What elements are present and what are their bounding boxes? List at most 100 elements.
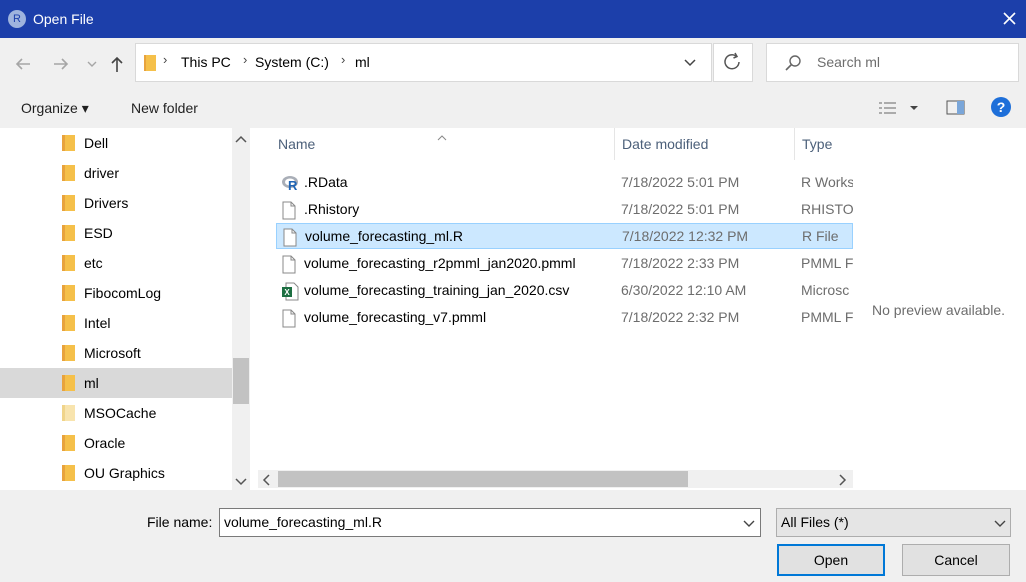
file-name: volume_forecasting_v7.pmml bbox=[304, 309, 487, 325]
folder-icon bbox=[61, 255, 75, 271]
preview-message: No preview available. bbox=[872, 302, 1006, 318]
folder-icon bbox=[61, 465, 75, 481]
sort-ascending-icon bbox=[437, 128, 447, 144]
nav-folder-item[interactable]: driver bbox=[0, 158, 232, 188]
back-arrow-icon[interactable] bbox=[12, 53, 34, 75]
breadcrumb-this-pc[interactable]: This PC bbox=[181, 54, 231, 70]
folder-icon bbox=[61, 195, 75, 211]
search-placeholder: Search ml bbox=[817, 54, 881, 70]
file-type-filter-select[interactable]: All Files (*) bbox=[776, 508, 1011, 537]
svg-text:X: X bbox=[284, 288, 290, 297]
open-button[interactable]: Open bbox=[777, 544, 885, 576]
view-options-icon[interactable] bbox=[878, 100, 918, 121]
nav-folder-item[interactable]: Microsoft bbox=[0, 338, 232, 368]
file-type: R Works bbox=[801, 174, 853, 190]
excel-file-icon: X bbox=[281, 282, 299, 301]
scrollbar-thumb[interactable] bbox=[278, 471, 688, 487]
file-date: 7/18/2022 2:33 PM bbox=[621, 255, 740, 271]
breadcrumb-system-c[interactable]: System (C:) bbox=[255, 54, 329, 70]
forward-arrow-icon[interactable] bbox=[50, 53, 72, 75]
file-date: 7/18/2022 5:01 PM bbox=[621, 201, 740, 217]
nav-folder-item[interactable]: etc bbox=[0, 248, 232, 278]
nav-item-label: etc bbox=[84, 255, 103, 271]
svg-text:R: R bbox=[288, 178, 298, 192]
nav-folder-item[interactable]: ESD bbox=[0, 218, 232, 248]
file-date: 7/18/2022 12:32 PM bbox=[622, 228, 749, 244]
nav-folder-item[interactable]: OU Graphics bbox=[0, 458, 232, 488]
folder-icon bbox=[61, 315, 75, 331]
address-dropdown-chevron-icon[interactable] bbox=[682, 56, 698, 73]
folder-icon bbox=[61, 225, 75, 241]
scrollbar-thumb[interactable] bbox=[233, 358, 249, 404]
blank-file-icon bbox=[281, 255, 299, 274]
scroll-right-chevron-icon[interactable] bbox=[837, 473, 847, 489]
file-name-value: volume_forecasting_ml.R bbox=[224, 514, 382, 530]
file-name: volume_forecasting_training_jan_2020.csv bbox=[304, 282, 570, 298]
column-header-name[interactable]: Name bbox=[278, 136, 315, 152]
file-type: RHISTO bbox=[801, 201, 853, 217]
file-row[interactable]: X volume_forecasting_training_jan_2020.c… bbox=[276, 278, 853, 304]
nav-item-label: Intel bbox=[84, 315, 111, 331]
folder-icon bbox=[61, 435, 75, 451]
file-name-dropdown-chevron-icon[interactable] bbox=[742, 517, 756, 533]
file-type: PMML F bbox=[801, 309, 853, 325]
folder-icon bbox=[61, 135, 75, 151]
nav-folder-item[interactable]: Intel bbox=[0, 308, 232, 338]
file-list: Name Date modified Type R .RData 7/18/20… bbox=[250, 128, 853, 490]
preview-pane: No preview available. bbox=[853, 128, 1026, 490]
nav-item-label: ml bbox=[84, 375, 99, 391]
help-icon[interactable]: ? bbox=[990, 96, 1012, 121]
command-bar: Organize ▾ New folder ? bbox=[0, 88, 1026, 128]
refresh-icon bbox=[724, 52, 740, 70]
column-header-type[interactable]: Type bbox=[802, 136, 832, 152]
scroll-left-chevron-icon[interactable] bbox=[262, 473, 272, 489]
file-name-label: File name: bbox=[147, 514, 213, 530]
address-bar[interactable]: › This PC › System (C:) › ml bbox=[135, 43, 712, 82]
cancel-button[interactable]: Cancel bbox=[902, 544, 1010, 576]
file-name-input[interactable]: volume_forecasting_ml.R bbox=[219, 508, 761, 537]
breadcrumb-ml[interactable]: ml bbox=[355, 54, 370, 70]
filter-dropdown-chevron-icon[interactable] bbox=[993, 517, 1007, 533]
scroll-down-chevron-icon[interactable] bbox=[235, 474, 247, 490]
file-name: .Rhistory bbox=[304, 201, 360, 217]
nav-item-label: OU Graphics bbox=[84, 465, 165, 481]
nav-folder-item[interactable]: Drivers bbox=[0, 188, 232, 218]
search-icon bbox=[783, 54, 803, 77]
folder-icon bbox=[61, 285, 75, 301]
folder-icon bbox=[61, 405, 75, 421]
title-bar: R Open File bbox=[0, 0, 1026, 38]
nav-folder-item[interactable]: FibocomLog bbox=[0, 278, 232, 308]
column-divider[interactable] bbox=[794, 128, 795, 160]
file-name: volume_forecasting_r2pmml_jan2020.pmml bbox=[304, 255, 576, 271]
file-row[interactable]: volume_forecasting_v7.pmml 7/18/2022 2:3… bbox=[276, 305, 853, 331]
breadcrumb-separator-icon: › bbox=[341, 52, 346, 67]
file-type: Microsc bbox=[801, 282, 850, 298]
file-row[interactable]: .Rhistory 7/18/2022 5:01 PM RHISTO bbox=[276, 197, 853, 223]
file-row-selected[interactable]: volume_forecasting_ml.R 7/18/2022 12:32 … bbox=[276, 223, 853, 249]
breadcrumb-separator-icon: › bbox=[243, 52, 248, 67]
address-row: › This PC › System (C:) › ml Search ml bbox=[0, 38, 1026, 88]
file-list-horizontal-scrollbar[interactable] bbox=[258, 470, 853, 488]
refresh-button[interactable] bbox=[713, 43, 753, 82]
nav-folder-item[interactable]: Dell bbox=[0, 128, 232, 158]
preview-pane-icon[interactable] bbox=[946, 100, 966, 119]
recent-locations-chevron-icon[interactable] bbox=[84, 53, 106, 75]
nav-folder-item-selected[interactable]: ml bbox=[0, 368, 232, 398]
column-divider[interactable] bbox=[614, 128, 615, 160]
new-folder-button[interactable]: New folder bbox=[131, 100, 198, 116]
file-type: R File bbox=[802, 228, 839, 244]
folder-icon bbox=[61, 345, 75, 361]
dialog-footer: File name: volume_forecasting_ml.R All F… bbox=[0, 490, 1026, 582]
nav-folder-item[interactable]: MSOCache bbox=[0, 398, 232, 428]
nav-vertical-scrollbar[interactable] bbox=[232, 128, 250, 490]
column-header-date-modified[interactable]: Date modified bbox=[622, 136, 708, 152]
up-arrow-icon[interactable] bbox=[106, 53, 128, 75]
file-row[interactable]: R .RData 7/18/2022 5:01 PM R Works bbox=[276, 170, 853, 196]
nav-folder-item[interactable]: Oracle bbox=[0, 428, 232, 458]
search-input[interactable]: Search ml bbox=[766, 43, 1019, 82]
scroll-up-chevron-icon[interactable] bbox=[235, 132, 247, 148]
organize-button[interactable]: Organize ▾ bbox=[21, 100, 89, 117]
close-icon[interactable] bbox=[992, 4, 1026, 34]
file-row[interactable]: volume_forecasting_r2pmml_jan2020.pmml 7… bbox=[276, 251, 853, 277]
file-name: volume_forecasting_ml.R bbox=[305, 228, 463, 244]
